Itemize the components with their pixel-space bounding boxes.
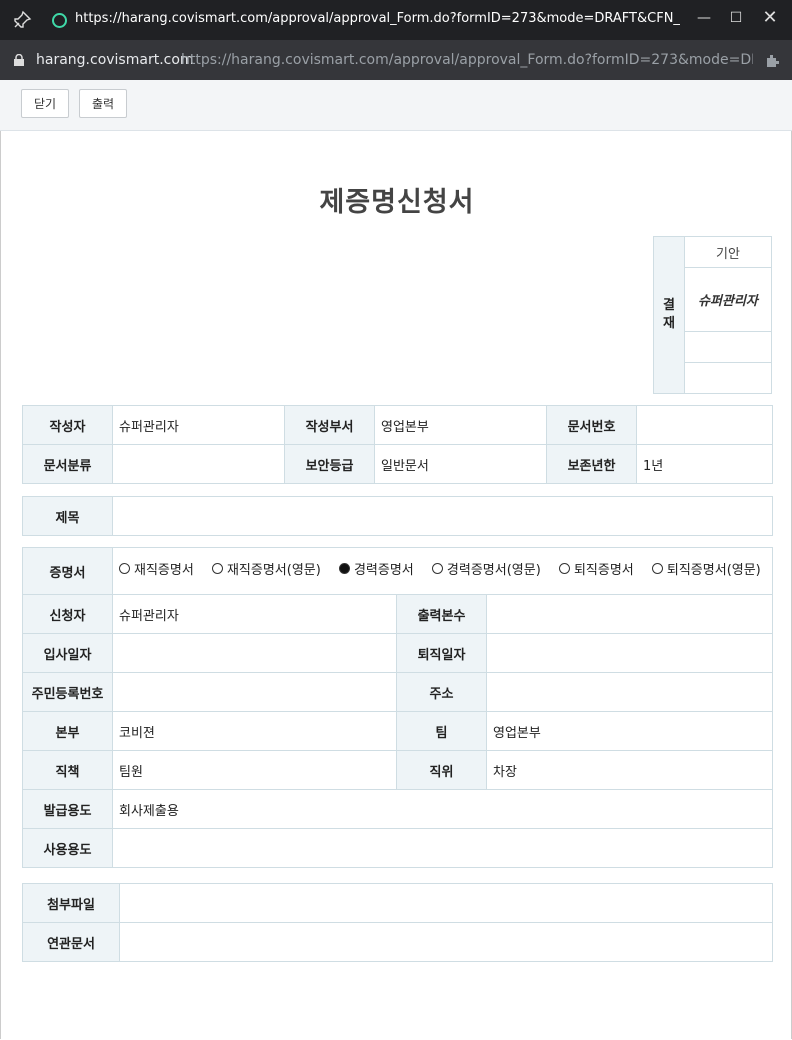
security-value[interactable]: 일반문서 [374, 444, 547, 484]
related-doc-area[interactable] [119, 922, 773, 962]
join-date-input[interactable] [112, 633, 397, 673]
site-status-icon [52, 13, 67, 28]
radio-icon [651, 563, 663, 574]
window-title-bar: https://harang.covismart.com/approval/ap… [0, 0, 792, 40]
duty-label: 직책 [22, 750, 113, 790]
address-input[interactable] [485, 672, 774, 712]
cert-type-label: 증명서 [22, 547, 113, 595]
maximize-button[interactable]: ☐ [724, 6, 748, 30]
leave-date-label: 퇴직일자 [396, 633, 487, 673]
url-host: harang.covismart.com [36, 52, 194, 68]
team-label: 팀 [396, 711, 487, 751]
dept-label: 작성부서 [284, 405, 375, 445]
cert-type-option[interactable]: 경력증명서 [338, 563, 414, 579]
cert-type-option[interactable]: 재직증명서(영문) [211, 563, 321, 579]
approval-signer[interactable]: 슈퍼관리자 [684, 267, 772, 332]
approval-date [684, 331, 772, 363]
retention-value[interactable]: 1년 [636, 444, 773, 484]
subject-label: 제목 [22, 496, 113, 536]
certificate-table: 증명서 재직증명서 재직증명서(영문) 경력증명서 경력증명서(영문) 퇴직증명… [22, 547, 774, 868]
form-toolbar: 닫기 출력 [0, 80, 792, 131]
rrn-label: 주민등록번호 [22, 672, 113, 712]
subject-input[interactable] [112, 496, 773, 536]
document-info-table: 작성자 슈퍼관리자 작성부서 영업본부 문서번호 문서분류 보안등급 일반문서 … [22, 405, 773, 484]
category-label: 문서분류 [22, 444, 113, 484]
rrn-input[interactable] [112, 672, 397, 712]
cert-type-option[interactable]: 퇴직증명서 [558, 563, 634, 579]
approval-box: 결재 기안 슈퍼관리자 [653, 236, 772, 394]
close-window-button[interactable]: ✕ [758, 6, 782, 30]
attachment-table: 첨부파일 연관문서 [22, 883, 773, 962]
team-value: 영업본부 [485, 711, 774, 751]
applicant-value: 슈퍼관리자 [112, 594, 397, 634]
cert-type-option[interactable]: 경력증명서(영문) [431, 563, 541, 579]
security-label: 보안등급 [284, 444, 375, 484]
usage-purpose-input[interactable] [111, 828, 774, 868]
docno-value [636, 405, 773, 445]
approval-role: 기안 [684, 236, 772, 268]
attachment-label: 첨부파일 [22, 883, 120, 923]
leave-date-input[interactable] [485, 633, 774, 673]
category-value[interactable] [112, 444, 285, 484]
radio-selected-icon [338, 563, 350, 574]
close-button[interactable]: 닫기 [21, 89, 70, 118]
cert-type-option[interactable]: 재직증명서 [119, 563, 194, 579]
url-full: https://harang.covismart.com/approval/ap… [181, 52, 753, 68]
division-label: 본부 [22, 711, 113, 751]
attachment-area[interactable] [119, 883, 773, 923]
issue-purpose-input[interactable]: 회사제출용 [111, 789, 774, 829]
join-date-label: 입사일자 [22, 633, 113, 673]
duty-value: 팀원 [112, 750, 397, 790]
subject-table: 제목 [22, 496, 773, 536]
window-title: https://harang.covismart.com/approval/ap… [75, 11, 680, 26]
radio-icon [431, 563, 443, 574]
address-bar[interactable]: harang.covismart.com https://harang.covi… [0, 40, 792, 80]
position-label: 직위 [396, 750, 487, 790]
applicant-label: 신청자 [22, 594, 113, 634]
copies-label: 출력본수 [396, 594, 487, 634]
author-label: 작성자 [22, 405, 113, 445]
cert-type-radio-group: 재직증명서 재직증명서(영문) 경력증명서 경력증명서(영문) 퇴직증명서 퇴직… [111, 547, 774, 595]
approval-status [684, 362, 772, 394]
retention-label: 보존년한 [546, 444, 637, 484]
form-page: 제증명신청서 결재 기안 슈퍼관리자 작성자 슈퍼관리자 작성부서 영업본부 문… [0, 131, 792, 1039]
document-title: 제증명신청서 [319, 187, 475, 218]
issue-purpose-label: 발급용도 [22, 789, 113, 829]
radio-icon [119, 563, 130, 574]
radio-icon [558, 563, 570, 574]
division-value: 코비젼 [112, 711, 397, 751]
extension-icon[interactable] [765, 52, 781, 68]
address-label: 주소 [396, 672, 487, 712]
cert-type-option[interactable]: 퇴직증명서(영문) [651, 563, 761, 579]
author-value: 슈퍼관리자 [112, 405, 285, 445]
radio-icon [211, 563, 223, 574]
approval-label: 결재 [653, 236, 685, 394]
related-doc-label: 연관문서 [22, 922, 120, 962]
print-button[interactable]: 출력 [79, 89, 128, 118]
position-value: 차장 [485, 750, 774, 790]
copies-input[interactable] [485, 594, 774, 634]
dept-value: 영업본부 [374, 405, 547, 445]
lock-icon [14, 54, 24, 66]
minimize-button[interactable]: — [692, 6, 716, 30]
docno-label: 문서번호 [546, 405, 637, 445]
usage-purpose-label: 사용용도 [22, 828, 113, 868]
pin-icon[interactable] [12, 10, 32, 30]
